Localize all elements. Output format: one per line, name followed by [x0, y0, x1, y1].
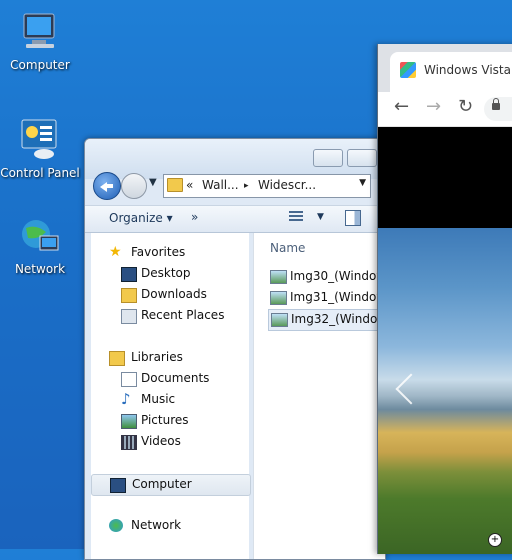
address-bar[interactable]: « Wall... ▸ Widescr... ▼	[163, 174, 371, 198]
desktop-icon-label: Computer	[10, 58, 70, 72]
favicon-icon	[400, 62, 416, 78]
command-bar: Organize ▾ » ▼	[85, 205, 385, 233]
computer-small-icon	[110, 478, 126, 493]
name-column-header[interactable]: Name	[270, 241, 305, 255]
nav-computer-label: Computer	[132, 477, 192, 491]
pictures-icon	[121, 414, 137, 429]
nav-videos[interactable]: Videos	[91, 432, 249, 452]
computer-icon	[18, 10, 62, 54]
lock-icon	[492, 98, 500, 110]
nav-videos-label: Videos	[141, 434, 181, 448]
nav-recent-places[interactable]: Recent Places	[91, 306, 249, 326]
nav-network[interactable]: Network	[91, 516, 249, 536]
folder-icon	[167, 178, 183, 192]
desktop-icon-label: Control Panel	[0, 166, 80, 180]
downloads-icon	[121, 288, 137, 303]
organize-button[interactable]: Organize ▾	[109, 211, 173, 225]
address-segment-wallpapers[interactable]: Wall...	[202, 178, 239, 192]
nav-recent-places-label: Recent Places	[141, 308, 225, 322]
file-name: Img32_(Window	[291, 312, 386, 326]
nav-computer[interactable]: Computer	[91, 474, 251, 496]
nav-downloads[interactable]: Downloads	[91, 285, 249, 305]
minimize-button[interactable]	[313, 149, 343, 167]
page-header-area	[378, 127, 512, 229]
star-icon: ★	[109, 244, 122, 260]
nav-music-label: Music	[141, 392, 176, 406]
reload-icon[interactable]: ↻	[458, 96, 473, 117]
network-icon	[18, 214, 62, 258]
desktop-icon-label: Network	[14, 262, 66, 276]
file-item-selected[interactable]: Img32_(Window	[268, 309, 386, 331]
forward-button[interactable]	[121, 173, 147, 199]
recent-pages-dropdown[interactable]: ▼	[149, 177, 157, 188]
file-item[interactable]: Img31_(Window	[268, 288, 386, 308]
browser-window: Windows Vista - ← → ↻ +	[377, 44, 512, 554]
videos-icon	[121, 435, 137, 450]
desktop-icon-control-panel[interactable]: Control Panel	[0, 118, 80, 180]
network-small-icon	[109, 519, 123, 532]
image-file-icon	[271, 313, 288, 327]
nav-desktop-label: Desktop	[141, 266, 191, 280]
control-panel-icon	[18, 118, 62, 162]
address-separator[interactable]: ▸	[244, 181, 249, 191]
navigation-pane: ★ Favorites Desktop Downloads Recent Pla…	[91, 233, 251, 559]
nav-favorites[interactable]: ★ Favorites	[91, 243, 249, 263]
file-name: Img31_(Window	[290, 290, 386, 304]
recent-places-icon	[121, 309, 137, 324]
nav-libraries[interactable]: Libraries	[91, 348, 249, 368]
views-icon[interactable]	[289, 211, 303, 223]
nav-desktop[interactable]: Desktop	[91, 264, 249, 284]
previous-arrow-icon[interactable]	[395, 373, 427, 405]
address-overflow[interactable]: «	[186, 178, 193, 192]
nav-downloads-label: Downloads	[141, 287, 207, 301]
music-icon: ♪	[121, 390, 131, 408]
browser-toolbar: ← → ↻	[378, 92, 512, 127]
nav-network-label: Network	[131, 518, 182, 532]
nav-documents[interactable]: Documents	[91, 369, 249, 389]
file-name: Img30_(Window	[290, 269, 386, 283]
desktop-icon-computer[interactable]: Computer	[0, 10, 80, 72]
browser-tab[interactable]: Windows Vista -	[390, 52, 512, 92]
nav-pictures-label: Pictures	[141, 413, 189, 427]
address-segment-widescreen[interactable]: Widescr...	[258, 178, 316, 192]
views-dropdown[interactable]: ▼	[317, 212, 324, 222]
nav-libraries-label: Libraries	[131, 350, 183, 364]
file-item[interactable]: Img30_(Window	[268, 267, 386, 287]
address-dropdown[interactable]: ▼	[359, 178, 366, 188]
libraries-icon	[109, 351, 125, 366]
nav-favorites-label: Favorites	[131, 245, 186, 259]
more-commands-button[interactable]: »	[191, 210, 198, 224]
desktop-icon-network[interactable]: Network	[0, 214, 80, 276]
nav-music[interactable]: ♪ Music	[91, 390, 249, 410]
nav-pictures[interactable]: Pictures	[91, 411, 249, 431]
image-file-icon	[270, 291, 287, 305]
file-list: Name Img30_(Window Img31_(Window Img32_(…	[253, 233, 386, 559]
navigation-bar: ▼ « Wall... ▸ Widescr... ▼	[93, 171, 385, 201]
documents-icon	[121, 372, 137, 387]
preview-pane-icon[interactable]	[345, 210, 361, 226]
wallpaper-preview-image	[378, 228, 512, 554]
browser-tab-strip: Windows Vista -	[378, 44, 512, 92]
browser-tab-title: Windows Vista -	[424, 63, 512, 77]
omnibox[interactable]	[484, 97, 512, 121]
nav-documents-label: Documents	[141, 371, 210, 385]
zoom-icon[interactable]: +	[488, 533, 502, 547]
back-button[interactable]	[93, 172, 121, 200]
image-file-icon	[270, 270, 287, 284]
forward-arrow-icon[interactable]: →	[426, 96, 441, 117]
back-arrow-icon[interactable]: ←	[394, 96, 409, 117]
explorer-window: ▼ « Wall... ▸ Widescr... ▼ Organize ▾ » …	[84, 138, 386, 560]
maximize-button[interactable]	[347, 149, 377, 167]
desktop-icon	[121, 267, 137, 282]
